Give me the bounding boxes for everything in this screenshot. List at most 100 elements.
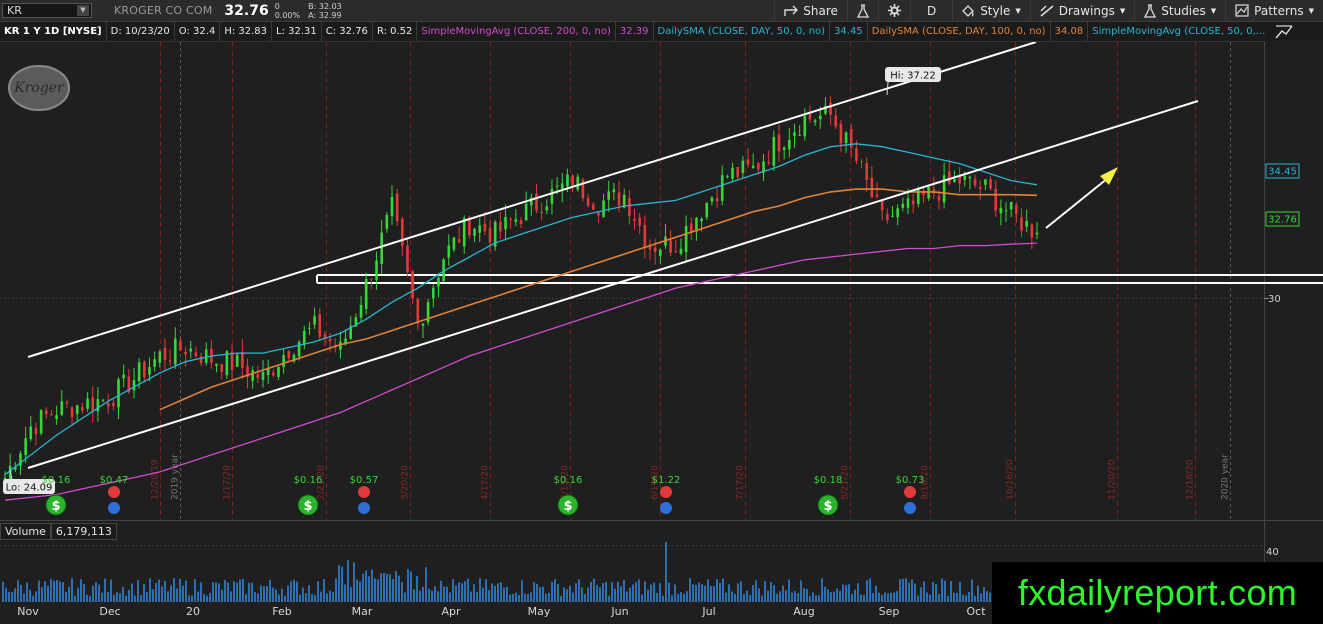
study-sma50-label[interactable]: DailySMA (CLOSE, DAY, 50, 0, no) xyxy=(654,22,831,41)
candle-body xyxy=(421,323,425,326)
volume-bar xyxy=(266,586,268,602)
symbol-input[interactable]: KR ▼ xyxy=(2,3,92,18)
style-label: Style xyxy=(980,3,1011,18)
ohlc-date: D: 10/23/20 xyxy=(107,22,175,41)
volume-bar xyxy=(56,579,58,602)
volume-bar xyxy=(404,592,406,602)
volume-bar xyxy=(239,579,241,602)
volume-bar xyxy=(818,595,820,602)
study-sma50-alt-label[interactable]: SimpleMovingAvg (CLOSE, 50, 0,... xyxy=(1088,22,1265,41)
bid-ask-block: B: 32.03 A: 32.99 xyxy=(308,2,342,20)
candle-body xyxy=(395,193,399,222)
settings-button[interactable] xyxy=(877,0,910,21)
volume-bar xyxy=(563,587,565,602)
study-sma200-label[interactable]: SimpleMovingAvg (CLOSE, 200, 0, no) xyxy=(417,22,616,41)
date-label: 12/20/19 xyxy=(151,459,161,500)
candle-body xyxy=(1020,217,1023,231)
volume-bar xyxy=(449,592,451,602)
x-axis-labels: Nov Dec 20 Feb Mar Apr May Jun Jul Aug Sep Oct xyxy=(17,605,986,618)
interval-button[interactable]: D xyxy=(909,0,952,21)
study-sma100-label[interactable]: DailySMA (CLOSE, DAY, 100, 0, no) xyxy=(868,22,1051,41)
price-chart[interactable]: 12/20/19 2019 year 1/17/20 2/21/20 3/20/20 4/… xyxy=(0,42,1323,624)
event-amount: $0.18 xyxy=(814,475,843,486)
volume-bar xyxy=(251,582,253,602)
volume-bar xyxy=(71,578,73,602)
candle-body xyxy=(401,218,404,247)
volume-bar xyxy=(422,586,424,602)
candle-body xyxy=(328,338,332,342)
volume-bar xyxy=(581,587,583,602)
volume-bar xyxy=(377,579,379,602)
volume-bar xyxy=(509,594,511,602)
candle-body xyxy=(984,179,987,185)
candle-body xyxy=(659,249,662,257)
volume-bar xyxy=(905,578,907,602)
volume-bar xyxy=(587,587,589,602)
volume-bar xyxy=(590,582,592,602)
candle-body xyxy=(462,218,466,247)
patterns-button[interactable]: Patterns ▼ xyxy=(1225,0,1323,21)
volume-bar xyxy=(455,585,457,602)
drawings-button[interactable]: Drawings ▼ xyxy=(1029,0,1135,21)
candle-body xyxy=(700,218,703,222)
volume-bar xyxy=(344,584,346,602)
chart-title[interactable]: KR 1 Y 1D [NYSE] xyxy=(0,22,107,41)
share-label: Share xyxy=(803,3,838,18)
candle-body xyxy=(478,225,482,233)
volume-bar xyxy=(836,588,838,602)
earnings-phone-icon xyxy=(108,486,120,498)
volume-bar xyxy=(323,579,325,602)
candle-body xyxy=(44,410,48,415)
candle-body xyxy=(122,374,125,379)
volume-bar xyxy=(233,581,235,602)
volume-bar xyxy=(44,581,46,602)
dollar-glyph: $ xyxy=(563,499,572,514)
candle-body xyxy=(488,228,492,243)
share-button[interactable]: Share xyxy=(774,0,847,21)
volume-bar xyxy=(629,587,631,602)
volume-bar xyxy=(569,585,571,602)
study-sma100-value: 34.08 xyxy=(1051,22,1089,41)
candle-body xyxy=(782,147,786,150)
volume-bar xyxy=(11,591,13,602)
volume-bar xyxy=(416,575,418,602)
candle-body xyxy=(318,314,322,337)
style-chevron-icon: ▼ xyxy=(1015,6,1021,15)
volume-bar xyxy=(197,591,199,602)
candle-body xyxy=(829,102,832,115)
volume-bar xyxy=(215,582,217,602)
symbol-value: KR xyxy=(7,4,22,17)
volume-bar xyxy=(737,583,739,602)
volume-bar xyxy=(854,589,856,602)
patterns-label: Patterns xyxy=(1254,3,1304,18)
symbol-dropdown-icon[interactable]: ▼ xyxy=(77,5,89,16)
candle-body xyxy=(674,251,678,253)
collapse-chart-icon[interactable] xyxy=(1274,24,1294,40)
volume-bar xyxy=(575,583,577,602)
percent-change: 0.00% xyxy=(274,10,301,20)
volume-bar xyxy=(269,579,271,602)
volume-bar xyxy=(158,579,160,602)
volume-bar xyxy=(140,595,142,602)
volume-bar xyxy=(74,595,76,602)
volume-label[interactable]: Volume xyxy=(0,523,51,540)
volume-bar xyxy=(485,578,487,602)
event-amount: $1.22 xyxy=(652,475,681,486)
last-price: 32.76 xyxy=(224,2,269,19)
volume-bar xyxy=(182,585,184,602)
volume-bar xyxy=(653,582,655,602)
candle-body xyxy=(447,245,451,258)
volume-bar xyxy=(155,583,157,602)
drawings-icon xyxy=(1040,4,1054,17)
candle-body xyxy=(499,221,502,232)
flask-button[interactable] xyxy=(846,0,878,21)
studies-button[interactable]: Studies ▼ xyxy=(1134,0,1225,21)
volume-bar xyxy=(191,595,193,602)
volume-bar xyxy=(245,594,247,602)
candle-body xyxy=(994,188,998,211)
volume-bar xyxy=(434,586,436,602)
style-button[interactable]: Style ▼ xyxy=(952,0,1030,21)
volume-bar xyxy=(824,586,826,602)
volume-bar xyxy=(623,580,625,602)
candle-body xyxy=(148,367,151,375)
